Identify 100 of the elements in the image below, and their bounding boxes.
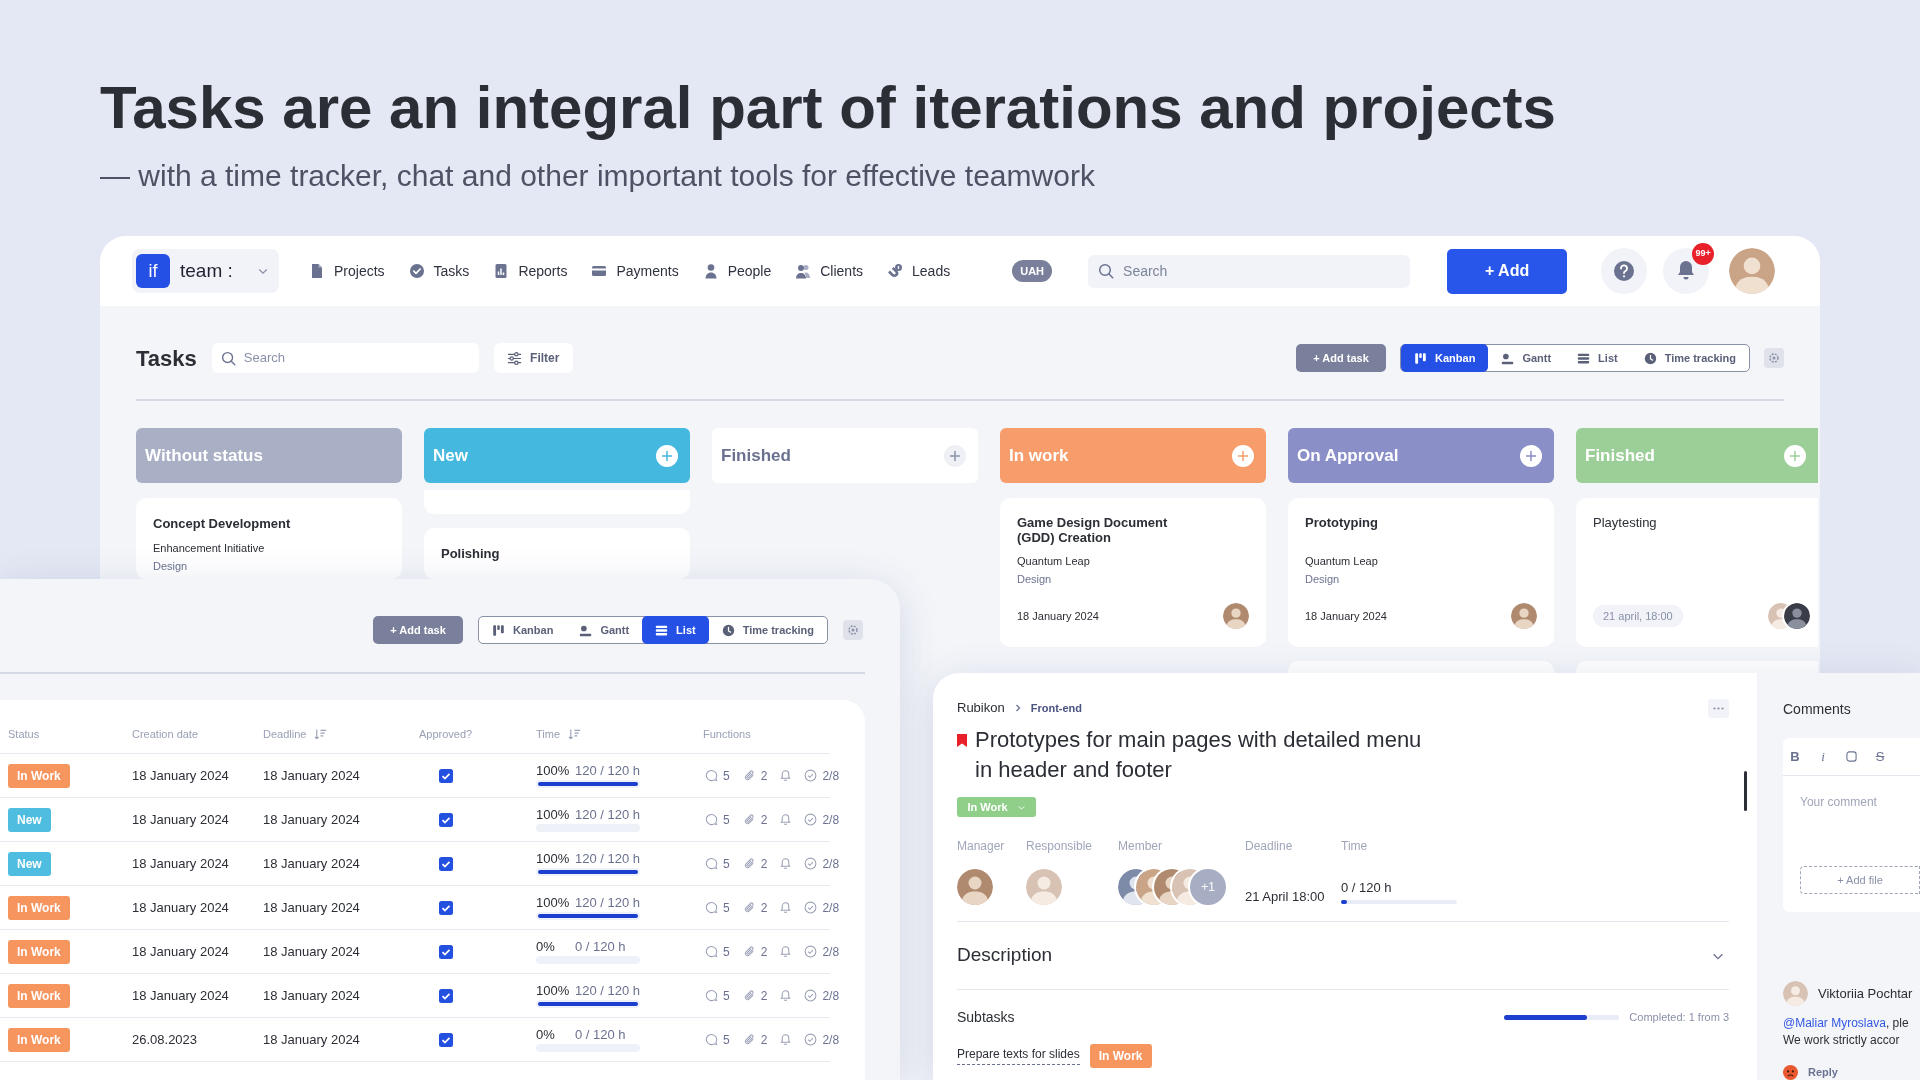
strikethrough-button[interactable]: S bbox=[1872, 746, 1888, 767]
check-circle-icon[interactable] bbox=[804, 945, 818, 958]
settings-icon[interactable] bbox=[1764, 348, 1784, 368]
view-tab[interactable]: List bbox=[1564, 345, 1631, 371]
clock-icon bbox=[721, 623, 735, 637]
comment-icon[interactable] bbox=[705, 857, 718, 870]
add-icon[interactable] bbox=[656, 444, 678, 467]
search-field[interactable]: Search bbox=[1088, 254, 1411, 288]
checkbox[interactable] bbox=[439, 988, 453, 1003]
paperclip-icon[interactable] bbox=[742, 901, 756, 914]
checkbox[interactable] bbox=[439, 812, 453, 827]
nav-link[interactable]: People bbox=[702, 260, 772, 282]
add-icon[interactable] bbox=[944, 444, 966, 467]
comment-icon[interactable] bbox=[705, 813, 718, 826]
bell-icon[interactable] bbox=[779, 857, 793, 870]
comment-count: 5 bbox=[723, 855, 730, 873]
sort-icon[interactable] bbox=[568, 727, 582, 741]
checkbox[interactable] bbox=[439, 856, 453, 871]
reply-link[interactable]: Reply bbox=[1808, 1064, 1838, 1080]
attachment-count: 2 bbox=[760, 943, 768, 961]
view-tab[interactable]: Kanban bbox=[479, 617, 567, 643]
bell-icon[interactable] bbox=[779, 813, 793, 826]
add-task-button[interactable]: + Add task bbox=[373, 616, 464, 644]
nav-link[interactable]: Projects bbox=[309, 260, 385, 282]
view-tab[interactable]: Time tracking bbox=[708, 617, 827, 643]
paperclip-icon[interactable] bbox=[742, 989, 756, 1002]
mention-link[interactable]: @Maliar Myroslava bbox=[1783, 1016, 1886, 1030]
check-circle-icon[interactable] bbox=[804, 769, 818, 782]
task-card[interactable]: Polishing bbox=[424, 528, 690, 579]
currency-badge[interactable]: UAH bbox=[1012, 260, 1053, 282]
nav-link[interactable]: Payments bbox=[591, 260, 679, 282]
avatar-icon[interactable] bbox=[1729, 248, 1776, 294]
checkbox[interactable] bbox=[439, 1032, 453, 1047]
deadline-text: 21 April 18:00 bbox=[1245, 888, 1325, 906]
view-tab[interactable]: List bbox=[642, 616, 709, 644]
comment-icon[interactable] bbox=[705, 945, 718, 958]
settings-icon[interactable] bbox=[843, 620, 863, 640]
search-input[interactable]: Search bbox=[243, 348, 470, 368]
task-card[interactable]: Prototyping Quantum Leap Design 18 January 2024 bbox=[1288, 498, 1554, 647]
filter-button[interactable]: Filter bbox=[493, 343, 573, 373]
search-field[interactable]: Search bbox=[211, 343, 479, 373]
bell-icon[interactable] bbox=[779, 769, 793, 782]
breadcrumb-link[interactable]: Rubikon bbox=[957, 698, 1005, 718]
comment-icon[interactable] bbox=[705, 989, 718, 1002]
view-tab[interactable]: Time tracking bbox=[1630, 345, 1749, 371]
workspace-switcher[interactable]: if team : bbox=[132, 249, 279, 293]
comment-icon[interactable] bbox=[705, 769, 718, 782]
square-icon[interactable] bbox=[1846, 751, 1857, 762]
add-icon[interactable] bbox=[1784, 444, 1806, 467]
paperclip-icon[interactable] bbox=[742, 769, 756, 782]
check-circle-icon[interactable] bbox=[804, 989, 818, 1002]
view-tab[interactable]: Kanban bbox=[1401, 344, 1489, 372]
help-icon[interactable] bbox=[1601, 248, 1648, 294]
paperclip-icon[interactable] bbox=[742, 857, 756, 870]
check-circle-icon[interactable] bbox=[804, 901, 818, 914]
emoji-icon[interactable] bbox=[1783, 1064, 1798, 1080]
nav-link[interactable]: Tasks bbox=[408, 260, 470, 282]
task-card[interactable]: Game Design Document (GDD) Creation Quantum Leap Design 18 January 2024 bbox=[1000, 498, 1266, 647]
comment-editor[interactable]: B i S Your comment + Add file bbox=[1783, 738, 1920, 912]
check-circle-icon[interactable] bbox=[804, 1033, 818, 1046]
paperclip-icon[interactable] bbox=[742, 1033, 756, 1046]
view-tab[interactable]: Gantt bbox=[1488, 345, 1565, 371]
breadcrumb-link[interactable]: Front-end bbox=[1030, 699, 1083, 717]
check-circle-icon[interactable] bbox=[804, 857, 818, 870]
attachment-count: 2 bbox=[760, 811, 768, 829]
task-card[interactable]: Playtesting 21 april, 18:00 bbox=[1576, 498, 1818, 647]
nav-link[interactable]: Clients bbox=[795, 260, 864, 282]
column-title: New bbox=[433, 444, 468, 467]
subtask-link[interactable]: Prepare texts for slides bbox=[957, 1047, 1080, 1065]
bell-icon[interactable] bbox=[779, 1033, 793, 1046]
scrollbar[interactable] bbox=[1744, 771, 1747, 811]
checkbox[interactable] bbox=[439, 900, 453, 915]
paperclip-icon[interactable] bbox=[742, 813, 756, 826]
nav-link[interactable]: Reports bbox=[493, 260, 568, 282]
paperclip-icon[interactable] bbox=[742, 945, 756, 958]
nav-link[interactable]: Leads bbox=[887, 260, 951, 282]
bell-icon[interactable] bbox=[1663, 248, 1710, 294]
add-icon[interactable] bbox=[1520, 444, 1542, 467]
check-circle-icon[interactable] bbox=[804, 813, 818, 826]
task-card[interactable]: Concept Development Enhancement Initiative Design bbox=[136, 498, 402, 579]
add-button[interactable]: + Add bbox=[1447, 248, 1568, 294]
more-icon[interactable] bbox=[1708, 698, 1729, 718]
add-icon[interactable] bbox=[1232, 444, 1254, 467]
search-input[interactable]: Search bbox=[1123, 260, 1401, 282]
comment-icon[interactable] bbox=[705, 1033, 718, 1046]
comment-icon[interactable] bbox=[705, 901, 718, 914]
bell-icon[interactable] bbox=[779, 945, 793, 958]
add-task-button[interactable]: + Add task bbox=[1296, 344, 1387, 372]
italic-button[interactable]: i bbox=[1815, 746, 1831, 767]
checkbox[interactable] bbox=[439, 944, 453, 959]
table-cell-text: 18 January 2024 bbox=[263, 854, 360, 873]
bold-button[interactable]: B bbox=[1787, 746, 1803, 767]
sort-icon[interactable] bbox=[314, 727, 328, 741]
add-file-button[interactable]: + Add file bbox=[1800, 866, 1920, 894]
bell-icon[interactable] bbox=[779, 901, 793, 914]
chart-icon bbox=[493, 263, 510, 279]
view-tab[interactable]: Gantt bbox=[566, 617, 643, 643]
checkbox[interactable] bbox=[439, 768, 453, 783]
bell-icon[interactable] bbox=[779, 989, 793, 1002]
comment-input[interactable]: Your comment bbox=[1800, 795, 1915, 847]
